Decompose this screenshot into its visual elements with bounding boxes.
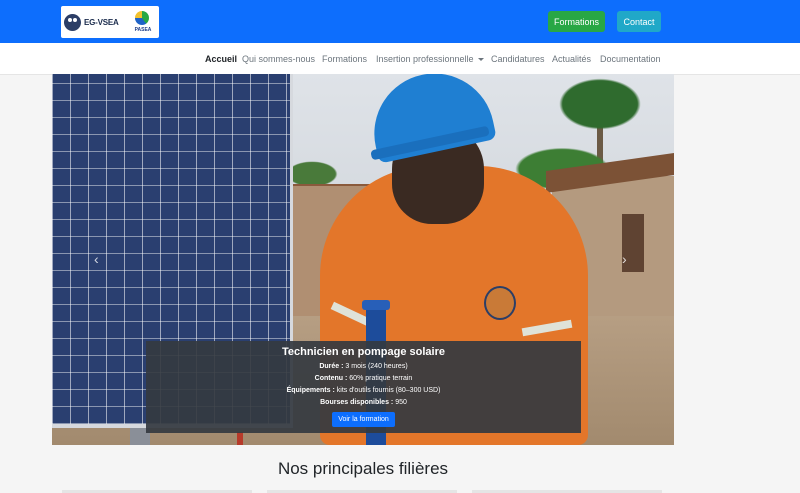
top-header-bar: EG-VSEA PASEA Formations Contact xyxy=(0,0,800,43)
pasea-logo: PASEA xyxy=(129,9,157,35)
main-navbar: Accueil Qui sommes-nous Formations Inser… xyxy=(0,43,800,75)
caption-equipements-label: Équipements : xyxy=(286,387,335,394)
hero-image-palm-leaves xyxy=(552,74,648,134)
caption-duree-value: 3 mois (240 heures) xyxy=(343,363,408,370)
caption-bourses-label: Bourses disponibles : xyxy=(320,399,394,406)
caption-equipements-value: kits d'outils fournis (80–300 USD) xyxy=(334,387,441,394)
nav-item-formations[interactable]: Formations xyxy=(322,54,367,64)
caption-contenu: Contenu : 60% pratique terrain xyxy=(146,375,581,382)
carousel-caption: Technicien en pompage solaire Durée : 3 … xyxy=(146,341,581,433)
nav-item-insertion-label: Insertion professionnelle xyxy=(376,54,474,64)
pasea-logo-text: PASEA xyxy=(134,27,152,33)
eg-vsea-logo: EG-VSEA xyxy=(64,14,119,31)
caption-equipements: Équipements : kits d'outils fournis (80–… xyxy=(146,387,581,394)
caption-title: Technicien en pompage solaire xyxy=(281,346,445,358)
nav-item-qui-sommes-nous[interactable]: Qui sommes-nous xyxy=(242,54,315,64)
chevron-down-icon xyxy=(477,58,484,62)
nav-item-actualites[interactable]: Actualités xyxy=(552,54,591,64)
nav-item-documentation[interactable]: Documentation xyxy=(600,54,661,64)
caption-duree: Durée : 3 mois (240 heures) xyxy=(146,363,581,370)
caption-bourses: Bourses disponibles : 950 xyxy=(146,399,581,406)
site-logo[interactable]: EG-VSEA PASEA xyxy=(61,6,159,38)
hero-image-red-pipe xyxy=(237,432,243,445)
caption-contenu-value: 60% pratique terrain xyxy=(347,375,413,382)
caption-duree-label: Durée : xyxy=(319,363,344,370)
formations-button[interactable]: Formations xyxy=(548,11,605,32)
pasea-emblem-icon xyxy=(135,11,149,25)
hero-image-pump-cap xyxy=(362,300,390,310)
carousel-prev-icon[interactable]: ‹ xyxy=(94,251,99,267)
people-icon xyxy=(64,14,81,31)
logo-text: EG-VSEA xyxy=(84,18,119,27)
nav-item-insertion-professionnelle[interactable]: Insertion professionnelle xyxy=(376,54,484,64)
nav-item-candidatures[interactable]: Candidatures xyxy=(491,54,545,64)
section-title: Nos principales filières xyxy=(277,459,449,478)
caption-bourses-value: 950 xyxy=(393,399,407,406)
nav-item-accueil[interactable]: Accueil xyxy=(205,54,237,64)
hero-image-uniform-badge xyxy=(484,286,516,320)
caption-contenu-label: Contenu : xyxy=(314,375,348,382)
contact-button[interactable]: Contact xyxy=(617,11,661,32)
voir-formation-button[interactable]: Voir la formation xyxy=(332,412,395,427)
carousel-next-icon[interactable]: › xyxy=(622,251,627,267)
